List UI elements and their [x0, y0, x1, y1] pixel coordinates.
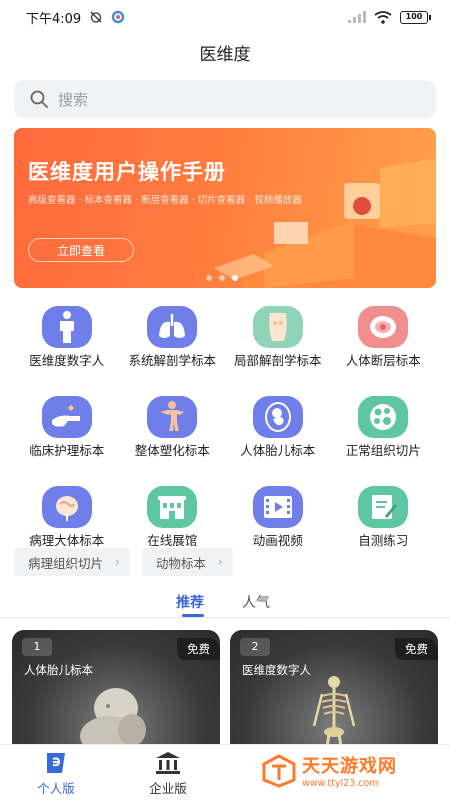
torso-icon	[252, 306, 303, 348]
status-bar: 下午4:09 100	[0, 0, 450, 34]
feature-label: 整体塑化标本	[134, 443, 210, 458]
wifi-icon	[374, 10, 392, 24]
card-title: 医维度数字人	[242, 663, 311, 677]
quiz-icon	[358, 486, 409, 528]
nav-enterprise[interactable]: 企业版	[138, 751, 198, 797]
chip-animal-specimen[interactable]: 动物标本 ›	[141, 548, 233, 576]
plastinate-body-icon	[147, 396, 198, 438]
watermark-title: 天天游戏网	[302, 756, 397, 777]
feature-systematic-anatomy[interactable]: 系统解剖学标本	[120, 306, 226, 396]
feature-label: 人体断层标本	[345, 353, 421, 368]
content-tabs: 推荐 人气	[0, 588, 450, 618]
feature-pathology[interactable]: 病理大体标本	[14, 486, 120, 554]
feature-animation-video[interactable]: 动画视频	[225, 486, 331, 554]
rank-badge: 1	[22, 638, 52, 656]
card-title: 人体胎儿标本	[24, 663, 93, 677]
banner-subtitle: 高级查看器 · 标本查看器 · 断层查看器 · 切片查看器 · 视频播放器	[28, 195, 302, 206]
museum-icon	[147, 486, 198, 528]
page-title: 医维度	[199, 45, 251, 65]
personal-edition-icon	[47, 753, 65, 773]
app-notification-icon	[111, 10, 125, 24]
carousel-indicator	[206, 275, 238, 281]
free-badge: 免费	[177, 638, 220, 660]
carousel-dot-active[interactable]	[232, 275, 238, 281]
active-tab-indicator	[182, 614, 204, 617]
content-card[interactable]: 2 免费 医维度数字人	[230, 630, 438, 750]
chevron-right-icon: ›	[217, 555, 223, 569]
battery-level: 100	[405, 11, 423, 21]
signal-icon	[348, 11, 366, 23]
content-card[interactable]: 1 免费 人体胎儿标本	[12, 630, 220, 750]
feature-fetus[interactable]: 人体胎儿标本	[225, 396, 331, 486]
watermark: 天天游戏网 www.ttyl23.com	[262, 752, 397, 789]
feature-online-museum[interactable]: 在线展馆	[120, 486, 226, 554]
video-icon	[252, 486, 303, 528]
nav-personal[interactable]: 个人版	[26, 751, 86, 797]
fetus-specimen-image	[80, 688, 146, 750]
chip-label: 病理组织切片	[28, 555, 104, 571]
banner-illustration	[214, 158, 436, 288]
feature-label: 局部解剖学标本	[233, 353, 322, 368]
feature-regional-anatomy[interactable]: 局部解剖学标本	[225, 306, 331, 396]
tab-popular[interactable]: 人气	[242, 592, 270, 612]
category-chips: 病理组织切片 › 动物标本 ›	[14, 548, 233, 576]
feature-clinical-nursing[interactable]: 临床护理标本	[14, 396, 120, 486]
watermark-logo-icon	[262, 753, 296, 788]
watermark-url: www.ttyl23.com	[302, 778, 379, 789]
cross-section-icon	[358, 306, 409, 348]
nav-label: 个人版	[37, 781, 75, 796]
skeleton-model-image	[312, 676, 356, 750]
feature-label: 系统解剖学标本	[128, 353, 216, 368]
promo-banner[interactable]: 医维度用户操作手册 高级查看器 · 标本查看器 · 断层查看器 · 切片查看器 …	[14, 128, 436, 288]
feature-digital-human[interactable]: 医维度数字人	[14, 306, 120, 396]
search-icon	[30, 90, 48, 108]
feature-tissue-slice[interactable]: 正常组织切片	[331, 396, 437, 486]
free-badge: 免费	[395, 638, 438, 660]
feature-cross-section[interactable]: 人体断层标本	[331, 306, 437, 396]
human-body-icon	[41, 306, 92, 348]
feature-label: 病理大体标本	[29, 533, 105, 548]
battery-icon: 100	[400, 10, 431, 24]
chip-label: 动物标本	[155, 555, 206, 571]
carousel-dot[interactable]	[219, 275, 225, 281]
tab-recommend[interactable]: 推荐	[176, 592, 204, 612]
chip-pathology-slice[interactable]: 病理组织切片 ›	[14, 548, 130, 576]
pathology-icon	[41, 486, 92, 528]
alarm-off-icon	[90, 11, 102, 23]
rank-badge: 2	[240, 638, 270, 656]
feature-self-test[interactable]: 自测练习	[331, 486, 437, 554]
search-placeholder: 搜索	[58, 90, 89, 109]
banner-title: 医维度用户操作手册	[28, 160, 226, 184]
feature-label: 正常组织切片	[345, 443, 421, 458]
fetus-icon	[252, 396, 303, 438]
feature-label: 动画视频	[252, 533, 303, 548]
lungs-icon	[147, 306, 198, 348]
feature-label: 自测练习	[358, 533, 409, 548]
feature-label: 医维度数字人	[29, 353, 105, 368]
search-bar[interactable]: 搜索	[14, 80, 436, 118]
feature-label: 在线展馆	[147, 533, 198, 548]
feature-plastinated[interactable]: 整体塑化标本	[120, 396, 226, 486]
carousel-dot[interactable]	[206, 275, 212, 281]
tissue-slice-icon	[358, 396, 409, 438]
feature-label: 临床护理标本	[29, 443, 105, 458]
bank-building-icon	[156, 752, 180, 774]
hand-care-icon	[41, 396, 92, 438]
status-time: 下午4:09	[26, 11, 82, 27]
chevron-right-icon: ›	[115, 555, 120, 569]
feature-grid: 医维度数字人 系统解剖学标本 局部解剖学标本 人体断层标本 临床护理标本 整体塑…	[14, 306, 436, 554]
nav-label: 企业版	[149, 781, 187, 796]
feature-label: 人体胎儿标本	[240, 443, 316, 458]
view-now-button[interactable]: 立即查看	[28, 238, 134, 262]
